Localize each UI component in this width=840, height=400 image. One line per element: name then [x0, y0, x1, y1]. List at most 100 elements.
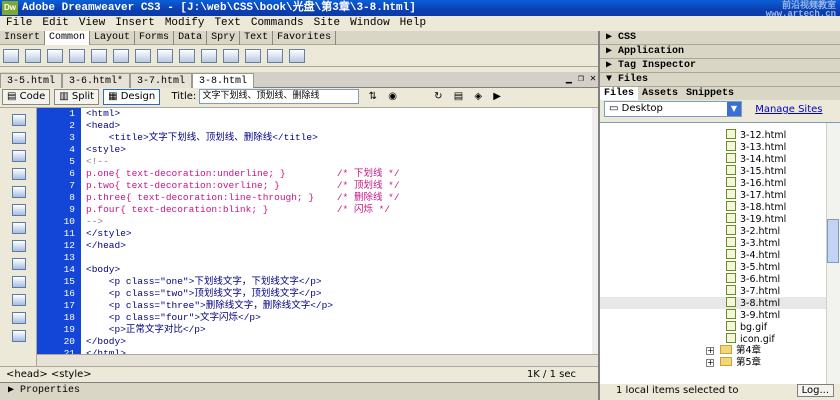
tab-spry[interactable]: Spry	[207, 31, 241, 45]
files-panel-header[interactable]: ▼ Files	[600, 73, 840, 87]
file-item[interactable]: 3-17.html	[600, 189, 840, 201]
file-management-icon[interactable]: ⇅	[369, 91, 377, 102]
tag-inspector-panel-header[interactable]: ▶ Tag Inspector	[600, 59, 840, 73]
file-item[interactable]: 3-18.html	[600, 201, 840, 213]
file-item[interactable]: 3-19.html	[600, 213, 840, 225]
wrap-tag-icon[interactable]	[12, 294, 26, 306]
scrollbar-thumb[interactable]	[827, 219, 839, 263]
indent-icon[interactable]	[12, 330, 26, 342]
code-editor[interactable]: <html> <head> <title>文字下划线、顶划线、删除线</title…	[81, 108, 592, 354]
preview-browser-icon[interactable]: ◉	[388, 91, 397, 102]
menu-file[interactable]: File	[6, 17, 32, 29]
file-item[interactable]: 3-8.html	[600, 297, 840, 309]
editor-horizontal-scrollbar[interactable]	[37, 354, 598, 366]
collapse-selection-icon[interactable]	[12, 150, 26, 162]
image-icon[interactable]	[113, 49, 129, 63]
open-documents-icon[interactable]	[12, 114, 26, 126]
file-item[interactable]: bg.gif	[600, 321, 840, 333]
tab-files[interactable]: Files	[600, 87, 639, 100]
tab-text[interactable]: Text	[240, 31, 274, 45]
menu-edit[interactable]: Edit	[42, 17, 68, 29]
folder-item[interactable]: + 第5章	[600, 357, 840, 369]
file-item[interactable]: 3-2.html	[600, 225, 840, 237]
view-options-icon[interactable]: ▤	[454, 91, 463, 102]
properties-panel-header[interactable]: ▶ Properties	[0, 382, 598, 400]
menu-commands[interactable]: Commands	[251, 17, 304, 29]
doc-tab-3-7[interactable]: 3-7.html	[130, 73, 193, 88]
tab-assets[interactable]: Assets	[638, 87, 682, 100]
menu-window[interactable]: Window	[350, 17, 390, 29]
file-list-scrollbar[interactable]	[826, 123, 840, 384]
application-panel-header[interactable]: ▶ Application	[600, 45, 840, 59]
file-item[interactable]: 3-13.html	[600, 141, 840, 153]
file-item[interactable]: 3-16.html	[600, 177, 840, 189]
date-icon[interactable]	[157, 49, 173, 63]
file-item[interactable]: 3-5.html	[600, 261, 840, 273]
menu-site[interactable]: Site	[314, 17, 340, 29]
log-button[interactable]: Log...	[796, 384, 834, 397]
doc-tab-3-8[interactable]: 3-8.html	[192, 73, 255, 88]
code-view-button[interactable]: ▤ Code	[2, 89, 51, 105]
tag-selector[interactable]: <head> <style>	[6, 369, 92, 380]
apply-comment-icon[interactable]	[12, 258, 26, 270]
file-item[interactable]: icon.gif	[600, 333, 840, 345]
highlight-invalid-icon[interactable]	[12, 240, 26, 252]
tag-chooser-icon[interactable]	[289, 49, 305, 63]
doc-tab-3-6[interactable]: 3-6.html*	[62, 73, 131, 88]
templates-icon[interactable]	[267, 49, 283, 63]
head-icon[interactable]	[223, 49, 239, 63]
remove-comment-icon[interactable]	[12, 276, 26, 288]
media-icon[interactable]	[135, 49, 151, 63]
file-item[interactable]: 3-4.html	[600, 249, 840, 261]
insert-panel-toggle[interactable]: Insert	[0, 31, 46, 45]
file-item[interactable]: 3-7.html	[600, 285, 840, 297]
recent-snippets-icon[interactable]	[12, 312, 26, 324]
file-item[interactable]: 3-15.html	[600, 165, 840, 177]
tab-common[interactable]: Common	[45, 31, 91, 45]
close-icon[interactable]: ✕	[590, 74, 596, 85]
email-link-icon[interactable]	[25, 49, 41, 63]
tab-layout[interactable]: Layout	[90, 31, 136, 45]
file-item[interactable]: 3-12.html	[600, 129, 840, 141]
folder-item[interactable]: + 第4章	[600, 345, 840, 357]
comment-icon[interactable]	[201, 49, 217, 63]
select-parent-tag-icon[interactable]	[12, 186, 26, 198]
refresh-icon[interactable]: ↻	[434, 91, 442, 102]
tab-snippets[interactable]: Snippets	[682, 87, 738, 100]
site-select[interactable]: ▭ Desktop ▼	[604, 101, 742, 117]
menu-view[interactable]: View	[79, 17, 105, 29]
menu-modify[interactable]: Modify	[165, 17, 205, 29]
collapse-tag-icon[interactable]	[12, 132, 26, 144]
expand-icon[interactable]: +	[706, 359, 714, 367]
page-title-input[interactable]: 文字下划线、顶划线、删除线	[199, 89, 360, 104]
visual-aids-icon[interactable]: ◈	[474, 91, 482, 102]
split-view-button[interactable]: ▥ Split	[54, 89, 100, 105]
restore-icon[interactable]: ❐	[578, 74, 584, 85]
manage-sites-link[interactable]: Manage Sites	[755, 104, 822, 115]
file-item[interactable]: 3-9.html	[600, 309, 840, 321]
tab-favorites[interactable]: Favorites	[273, 31, 337, 45]
expand-all-icon[interactable]	[12, 168, 26, 180]
server-include-icon[interactable]	[179, 49, 195, 63]
tab-data[interactable]: Data	[174, 31, 208, 45]
tab-forms[interactable]: Forms	[135, 31, 175, 45]
file-item[interactable]: 3-3.html	[600, 237, 840, 249]
design-view-button[interactable]: ▦ Design	[103, 89, 161, 105]
balance-braces-icon[interactable]	[12, 204, 26, 216]
css-panel-header[interactable]: ▶ CSS	[600, 31, 840, 45]
menu-text[interactable]: Text	[214, 17, 240, 29]
doc-tab-3-5[interactable]: 3-5.html	[0, 73, 63, 88]
script-icon[interactable]	[245, 49, 261, 63]
line-numbers-icon[interactable]	[12, 222, 26, 234]
file-item[interactable]: 3-6.html	[600, 273, 840, 285]
named-anchor-icon[interactable]	[47, 49, 63, 63]
validate-icon[interactable]: ▶	[493, 91, 501, 102]
hyperlink-icon[interactable]	[3, 49, 19, 63]
menu-insert[interactable]: Insert	[115, 17, 155, 29]
file-item[interactable]: 3-14.html	[600, 153, 840, 165]
expand-icon[interactable]: +	[706, 347, 714, 355]
minimize-icon[interactable]: ▁	[566, 74, 572, 85]
menu-help[interactable]: Help	[400, 17, 426, 29]
div-icon[interactable]	[91, 49, 107, 63]
table-icon[interactable]	[69, 49, 85, 63]
